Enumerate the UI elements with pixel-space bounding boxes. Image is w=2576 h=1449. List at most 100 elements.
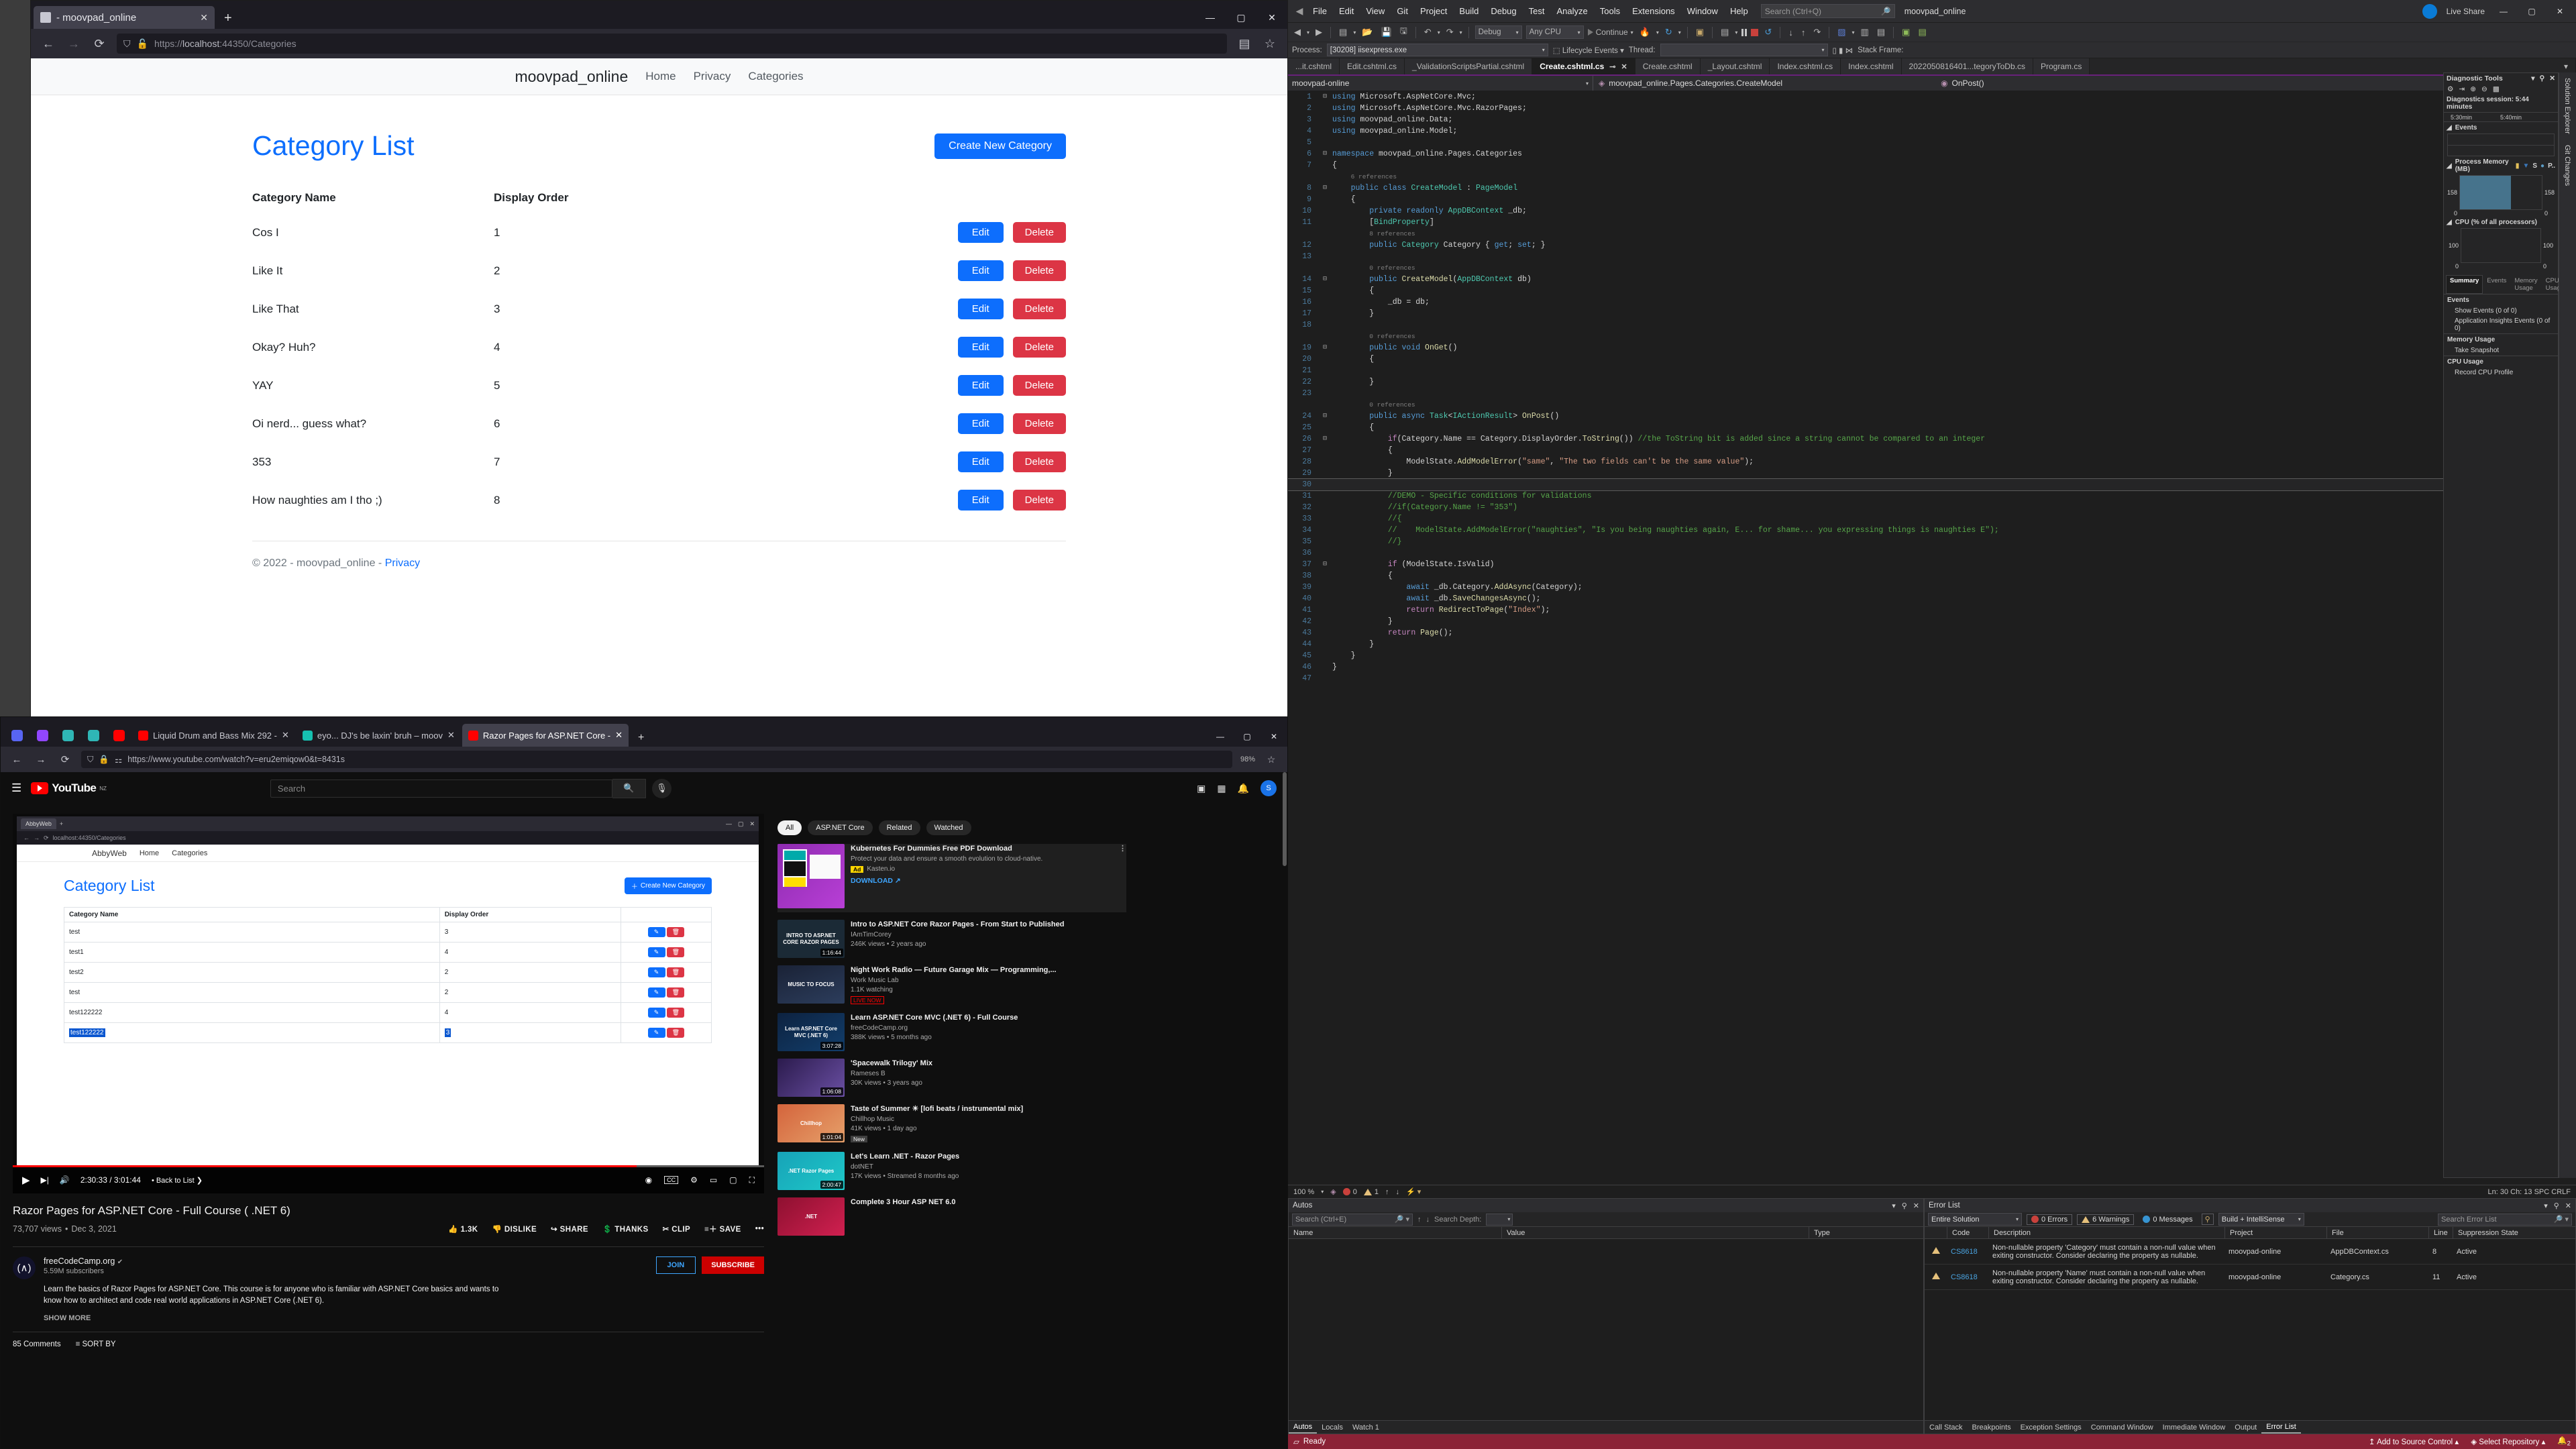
create-new-category-button[interactable]: Create New Category [934, 133, 1066, 159]
save-page-icon[interactable]: ▤ [1236, 37, 1252, 51]
nav-link-home[interactable]: Home [645, 70, 676, 83]
autoplay-toggle[interactable]: ◉ [645, 1175, 652, 1185]
diag-tab-events[interactable]: Events [2483, 275, 2510, 294]
channel-name[interactable]: freeCodeCamp.org ✔ [44, 1256, 506, 1266]
chip-aspnet-core[interactable]: ASP.NET Core [808, 820, 873, 835]
code-line[interactable]: 47 [1288, 673, 2457, 684]
lock-icon[interactable]: 🔒 [99, 755, 109, 765]
fold-icon[interactable]: ⊟ [1318, 433, 1332, 445]
thread-marker-icon[interactable]: ▨ [1835, 26, 1847, 38]
code-line[interactable]: 29 } [1288, 468, 2457, 479]
code-line[interactable]: 0 references [1288, 262, 2457, 274]
code-line[interactable]: 8 references [1288, 228, 2457, 239]
zoom-badge[interactable]: 98% [1240, 755, 1255, 763]
delete-button[interactable]: Delete [1012, 222, 1066, 243]
next-issue-icon[interactable]: ↓ [1395, 1188, 1399, 1196]
outdent-icon[interactable]: ▤ [1916, 26, 1928, 38]
delete-button[interactable]: Delete [1012, 337, 1066, 358]
join-button[interactable]: JOIN [655, 1256, 696, 1274]
save-all-icon[interactable]: 🖫 [1398, 24, 1409, 40]
hamburger-menu-icon[interactable]: ☰ [11, 782, 21, 795]
zoom-level[interactable]: 100 % [1293, 1188, 1314, 1196]
intellisense-icon[interactable]: ◈ [1330, 1187, 1336, 1196]
autos-pin-icon[interactable]: ⚲ [1902, 1201, 1907, 1210]
continue-button[interactable]: Continue ▾ [1587, 28, 1633, 37]
code-line[interactable]: 42 } [1288, 616, 2457, 627]
pinned-tab-discord[interactable] [5, 724, 29, 747]
pinned-tab-3[interactable] [56, 724, 80, 747]
edit-button[interactable]: Edit [957, 337, 1004, 358]
tab-edit-cshtml[interactable]: ...it.cshtml [1288, 58, 1340, 74]
indent-icon[interactable]: ▣ [1900, 26, 1912, 38]
fold-icon[interactable]: ⊟ [1318, 274, 1332, 285]
tab-close-icon[interactable]: ✕ [447, 730, 455, 741]
navbar-type-label[interactable]: moovpad_online.Pages.Categories.CreateMo… [1609, 78, 1782, 88]
channel-avatar[interactable]: (∧) [13, 1256, 36, 1279]
cpu-section-header[interactable]: ◢ CPU (% of all processors) [2444, 217, 2558, 228]
code-line[interactable]: 32 //if(Category.Name != "353") [1288, 502, 2457, 513]
rail-solution-explorer[interactable]: Solution Explorer [2559, 72, 2575, 140]
code-line[interactable]: 1 ⊟ using Microsoft.AspNetCore.Mvc; [1288, 91, 2457, 103]
tab-edit-cshtml-cs[interactable]: Edit.cshtml.cs [1340, 58, 1405, 74]
tab-close-icon[interactable]: ✕ [1621, 62, 1627, 71]
thread-dropdown[interactable]: ▾ [1660, 44, 1828, 56]
pinned-tab-youtube[interactable] [107, 724, 131, 747]
code-line[interactable]: 45 } [1288, 650, 2457, 661]
chip-all[interactable]: All [777, 820, 802, 835]
new-tab-button[interactable]: + [215, 11, 241, 29]
search-button[interactable]: 🔍 [612, 778, 646, 798]
diag-settings-icon[interactable]: ⚙ [2447, 85, 2453, 93]
code-editor[interactable]: 1 ⊟ using Microsoft.AspNetCore.Mvc; 2 using … [1288, 91, 2457, 1178]
play-pause-button[interactable]: ▶ [22, 1174, 30, 1186]
delete-button[interactable]: Delete [1012, 299, 1066, 319]
address-bar[interactable]: ⛉ 🔒 ⚏ https://www.youtube.com/watch?v=er… [81, 751, 1232, 768]
summary-app-insights-events[interactable]: Application Insights Events (0 of 0) [2444, 316, 2558, 333]
diag-tab-summary[interactable]: Summary [2446, 275, 2483, 294]
tab-create-cshtml-cs[interactable]: Create.cshtml.cs ⊸ ✕ [1532, 58, 1635, 74]
back-to-list-link[interactable]: • Back to List ❯ [152, 1176, 203, 1185]
autos-tab-locals[interactable]: Locals [1317, 1422, 1348, 1433]
new-tab-button[interactable]: + [630, 732, 652, 747]
ad-download-button[interactable]: DOWNLOAD ↗ [851, 873, 1126, 889]
youtube-apps-icon[interactable]: ▦ [1217, 783, 1226, 794]
redo-chevron-icon[interactable]: ▾ [1460, 30, 1462, 36]
tab-immediate-window[interactable]: Immediate Window [2158, 1422, 2231, 1433]
save-button[interactable]: ≡＋ SAVE [704, 1224, 741, 1234]
permissions-icon[interactable]: ⚏ [115, 755, 122, 765]
pinned-tab-twitch[interactable] [30, 724, 54, 747]
fold-icon[interactable]: ⊟ [1318, 411, 1332, 422]
code-line[interactable]: 12 public Category Category { get; set; … [1288, 239, 2457, 251]
thanks-button[interactable]: 💲 THANKS [602, 1224, 649, 1234]
code-line[interactable]: 3 using moovpad_online.Data; [1288, 114, 2457, 125]
code-line[interactable]: 41 return RedirectToPage("Index"); [1288, 604, 2457, 616]
code-line[interactable]: 9 { [1288, 194, 2457, 205]
code-line[interactable]: 5 [1288, 137, 2457, 148]
warning-count-badge[interactable]: 1 [1363, 1188, 1379, 1196]
code-line[interactable]: 39 await _db.Category.AddAsync(Category)… [1288, 582, 2457, 593]
menu-file[interactable]: File [1307, 3, 1333, 19]
menu-debug[interactable]: Debug [1485, 3, 1522, 19]
browser-tab-moovpad[interactable]: - moovpad_online ✕ [34, 6, 215, 29]
code-line[interactable]: 17 } [1288, 308, 2457, 319]
edit-button[interactable]: Edit [957, 299, 1004, 319]
window-minimize-button[interactable]: — [1195, 6, 1226, 29]
menu-extensions[interactable]: Extensions [1626, 3, 1681, 19]
summary-show-events[interactable]: Show Events (0 of 0) [2444, 306, 2558, 316]
events-section-header[interactable]: ◢ Events [2444, 122, 2558, 133]
diag-zoom-out-icon[interactable]: ⊖ [2481, 85, 2487, 93]
code-line[interactable]: 38 { [1288, 570, 2457, 582]
error-row[interactable]: CS8618 Non-nullable property 'Name' must… [1925, 1265, 2575, 1290]
new-project-chevron-icon[interactable]: ▾ [1353, 30, 1356, 36]
step-into-ui-icon[interactable]: ▤ [1719, 26, 1731, 38]
progress-bar[interactable] [13, 1165, 764, 1167]
code-line[interactable]: 19 ⊟ public void OnGet() [1288, 342, 2457, 354]
code-line[interactable]: 35 //} [1288, 536, 2457, 547]
delete-button[interactable]: Delete [1012, 490, 1066, 511]
address-bar[interactable]: ⛉ 🔓 https://localhost:44350/Categories [117, 34, 1227, 54]
nav-link-categories[interactable]: Categories [748, 70, 803, 83]
miniplayer-button[interactable]: ▭ [710, 1175, 717, 1185]
back-icon[interactable]: ← [9, 754, 25, 765]
diag-dropdown-icon[interactable]: ▾ [2531, 74, 2534, 83]
suggested-video-item[interactable]: .NET Razor Pages 2:00:47 Let's Learn .NET … [777, 1152, 1126, 1190]
window-minimize-button[interactable]: — [1207, 727, 1234, 747]
